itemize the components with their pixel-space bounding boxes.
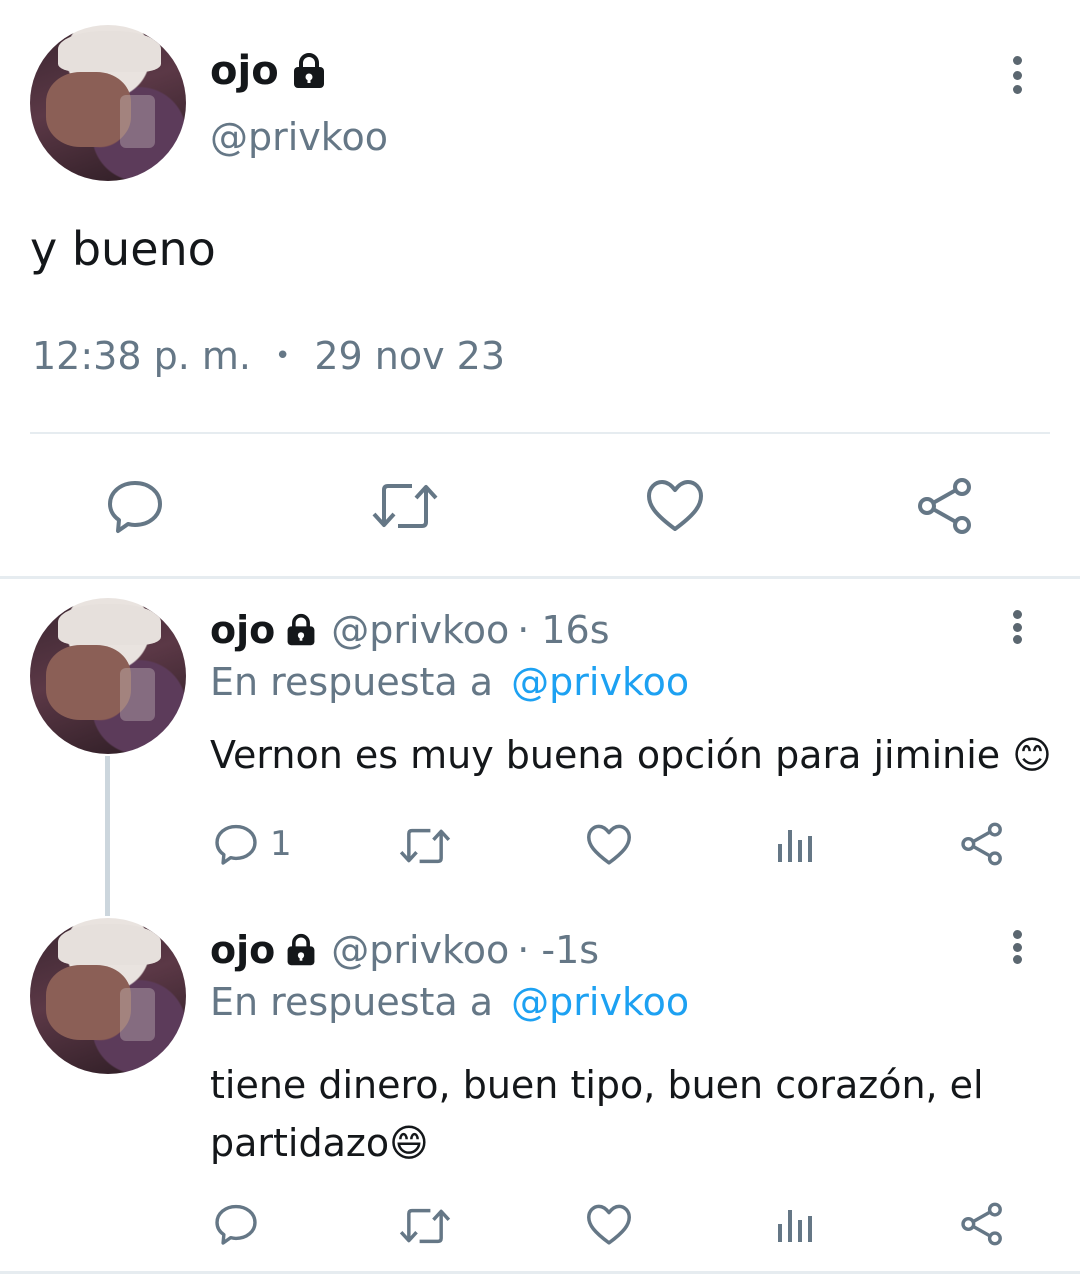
avatar[interactable] xyxy=(30,25,186,181)
timestamp-row: 12:38 p. m. • 29 nov 23 xyxy=(32,334,505,378)
tweet-time: 12:38 p. m. xyxy=(32,334,251,378)
share-button[interactable] xyxy=(960,1202,1004,1246)
like-icon xyxy=(587,824,631,865)
thread-line xyxy=(105,756,110,916)
reply-icon xyxy=(215,824,257,865)
retweet-button[interactable] xyxy=(370,480,440,532)
share-icon xyxy=(918,478,971,534)
more-icon[interactable] xyxy=(1011,930,1023,964)
reply-icon xyxy=(215,1204,257,1245)
reply-context: En respuesta a @privkoo xyxy=(210,660,689,704)
lock-icon xyxy=(289,52,329,90)
display-name[interactable]: ojo xyxy=(210,928,275,972)
display-name[interactable]: ojo xyxy=(210,608,275,652)
lock-icon xyxy=(283,613,319,647)
like-button[interactable] xyxy=(646,479,704,533)
avatar[interactable] xyxy=(30,598,186,754)
tweet-text-line: tiene dinero, buen tipo, buen corazón, e… xyxy=(210,1063,984,1107)
tweet-text: tiene dinero, buen tipo, buen corazón, e… xyxy=(210,1056,984,1172)
reply-header: ojo @privkoo · 16s xyxy=(210,608,610,652)
more-icon[interactable] xyxy=(1011,610,1023,644)
handle[interactable]: @privkoo xyxy=(331,928,509,972)
reply-button[interactable] xyxy=(214,1202,270,1246)
share-button[interactable] xyxy=(960,822,1004,866)
views-button[interactable] xyxy=(776,1206,816,1244)
share-button[interactable] xyxy=(916,477,974,535)
more-icon[interactable] xyxy=(1011,56,1023,94)
divider xyxy=(30,432,1050,434)
tweet-date: 29 nov 23 xyxy=(314,334,505,378)
views-button[interactable] xyxy=(776,826,816,864)
display-name[interactable]: ojo xyxy=(210,48,279,94)
reply-context: En respuesta a @privkoo xyxy=(210,980,689,1024)
tweet-text: Vernon es muy buena opción para jiminie … xyxy=(210,733,1052,777)
handle[interactable]: @privkoo xyxy=(331,608,509,652)
lock-icon xyxy=(283,933,319,967)
retweet-button[interactable] xyxy=(398,826,452,866)
reply-prefix: En respuesta a xyxy=(210,980,494,1024)
views-icon xyxy=(778,830,812,862)
like-button[interactable] xyxy=(586,1204,632,1246)
retweet-icon xyxy=(399,1208,451,1244)
section-divider xyxy=(0,576,1080,579)
like-button[interactable] xyxy=(586,824,632,866)
retweet-icon xyxy=(372,484,438,528)
handle[interactable]: @privkoo xyxy=(210,115,388,159)
reply-prefix: En respuesta a xyxy=(210,660,494,704)
tweet-text: y bueno xyxy=(30,222,216,276)
retweet-icon xyxy=(399,828,451,864)
like-icon xyxy=(587,1204,631,1245)
like-icon xyxy=(647,480,703,531)
reply-header: ojo @privkoo · -1s xyxy=(210,928,599,972)
views-icon xyxy=(778,1210,812,1242)
avatar[interactable] xyxy=(30,918,186,1074)
reply-button[interactable] xyxy=(106,477,164,535)
share-icon xyxy=(961,822,1002,866)
separator-dot: • xyxy=(274,341,291,371)
reply-to-link[interactable]: @privkoo xyxy=(511,660,689,704)
tweet-age: · 16s xyxy=(517,608,610,652)
bottom-divider xyxy=(0,1271,1080,1274)
tweet-text-line: partidazo😄 xyxy=(210,1121,429,1165)
display-name-row: ojo xyxy=(210,48,329,94)
reply-button[interactable]: 1 xyxy=(214,822,292,866)
reply-to-link[interactable]: @privkoo xyxy=(511,980,689,1024)
retweet-button[interactable] xyxy=(398,1206,452,1246)
reply-count: 1 xyxy=(270,824,292,864)
share-icon xyxy=(961,1202,1002,1246)
tweet-age: · -1s xyxy=(517,928,600,972)
reply-icon xyxy=(108,481,162,533)
